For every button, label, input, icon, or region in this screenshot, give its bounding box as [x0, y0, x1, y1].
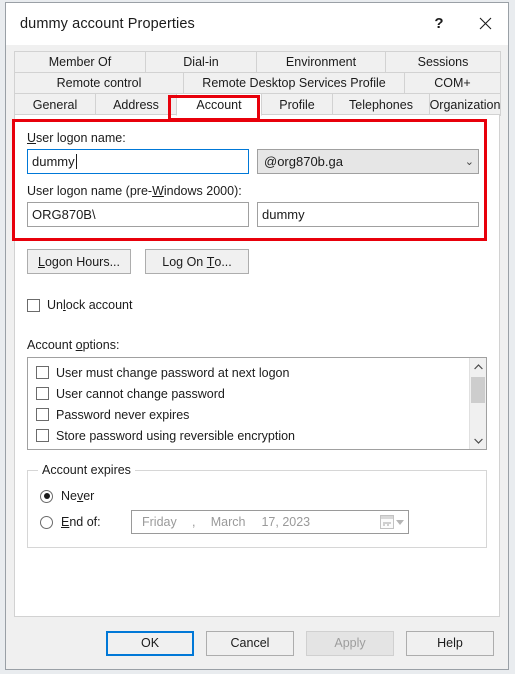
account-options-listbox[interactable]: User must change password at next logon …	[27, 357, 487, 450]
user-logon-name-value: dummy	[32, 154, 75, 169]
calendar-dropdown[interactable]	[380, 515, 404, 529]
account-expires-title: Account expires	[38, 463, 135, 477]
log-on-to-button-text-b: o...	[214, 254, 232, 269]
window-title: dummy account Properties	[20, 15, 195, 32]
ok-button[interactable]: OK	[106, 630, 194, 656]
tab-row-2: Remote control Remote Desktop Services P…	[14, 72, 501, 94]
domain-suffix-dropdown[interactable]: @org870b.ga ⌄	[257, 149, 479, 174]
tab-remote-desktop-services-profile[interactable]: Remote Desktop Services Profile	[183, 72, 405, 94]
apply-button: Apply	[306, 630, 394, 656]
tab-com-plus[interactable]: COM+	[404, 72, 501, 94]
end-of-label: End of:	[61, 515, 101, 529]
option-row[interactable]: Password never expires	[36, 404, 469, 425]
option-checkbox-cannot-change-password[interactable]	[36, 387, 49, 400]
scroll-down-icon[interactable]	[470, 432, 486, 449]
account-tab-panel: User logon name: dummy @org870b.ga ⌄ Use…	[12, 114, 500, 617]
tab-environment[interactable]: Environment	[256, 51, 386, 73]
end-of-row[interactable]: End of: Friday , March 17, 2023	[40, 510, 474, 534]
close-icon[interactable]	[462, 3, 508, 44]
never-radio[interactable]	[40, 489, 53, 503]
tab-profile[interactable]: Profile	[261, 93, 333, 116]
account-options-label-b: ptions:	[82, 338, 120, 352]
tab-member-of[interactable]: Member Of	[14, 51, 146, 73]
tab-row-3: General Address Account Profile Telephon…	[14, 93, 501, 116]
dialog-footer: OK Cancel Apply Help	[6, 617, 508, 669]
domain-suffix-value: @org870b.ga	[264, 154, 343, 169]
option-checkbox-must-change-password[interactable]	[36, 366, 49, 379]
tab-dial-in[interactable]: Dial-in	[145, 51, 257, 73]
pre2000-label-text-b: indows 2000):	[163, 184, 242, 198]
option-label: User cannot change password	[56, 386, 225, 401]
date-day-year: 17, 2023	[261, 515, 311, 529]
scroll-up-icon[interactable]	[470, 358, 486, 375]
help-icon[interactable]: ?	[416, 3, 462, 44]
end-of-radio[interactable]	[40, 515, 53, 529]
properties-dialog: dummy account Properties ? Member Of Dia…	[5, 2, 509, 670]
tab-account[interactable]: Account	[176, 93, 262, 116]
tab-general[interactable]: General	[14, 93, 96, 116]
screen: dummy account Properties ? Member Of Dia…	[0, 0, 515, 674]
date-month: March	[210, 515, 246, 529]
never-radio-row[interactable]: Never	[40, 485, 474, 507]
tab-organization[interactable]: Organization	[429, 93, 501, 116]
account-options-scrollbar[interactable]	[469, 358, 486, 449]
radio-dot	[43, 493, 50, 499]
account-options-label: Account options:	[27, 338, 120, 352]
option-label: User must change password at next logon	[56, 365, 290, 380]
title-bar-buttons: ?	[416, 3, 508, 44]
user-logon-name-row: dummy @org870b.ga ⌄	[27, 149, 487, 174]
title-bar: dummy account Properties ?	[6, 3, 508, 45]
scrollbar-thumb[interactable]	[471, 377, 485, 403]
unlock-account-row[interactable]: Unlock account	[27, 298, 487, 312]
user-logon-name-label: User logon name:	[27, 131, 126, 145]
pre2000-domain-input[interactable]: ORG870B\	[27, 202, 249, 227]
logon-hours-button[interactable]: Logon Hours...	[27, 249, 131, 274]
pre2000-label: User logon name (pre-Windows 2000):	[27, 184, 242, 198]
user-logon-name-input[interactable]: dummy	[27, 149, 249, 174]
chevron-down-icon	[396, 519, 404, 525]
unlock-account-checkbox[interactable]	[27, 298, 40, 312]
option-row[interactable]: Store password using reversible encrypti…	[36, 425, 469, 446]
option-checkbox-reversible-encryption[interactable]	[36, 429, 49, 442]
pre2000-username-input[interactable]: dummy	[257, 202, 479, 227]
text-caret	[75, 154, 77, 169]
log-on-to-button[interactable]: Log On To...	[145, 249, 249, 274]
option-label: Password never expires	[56, 407, 190, 422]
help-button[interactable]: Help	[406, 630, 494, 656]
logon-buttons-row: Logon Hours... Log On To...	[27, 249, 487, 274]
pre2000-row: ORG870B\ dummy	[27, 202, 487, 227]
option-row[interactable]: User must change password at next logon	[36, 362, 469, 383]
account-expires-group: Account expires Never End of: Friday , M…	[27, 463, 487, 548]
tab-remote-control[interactable]: Remote control	[14, 72, 184, 94]
account-options-label-a: Account	[27, 338, 76, 352]
account-options-items: User must change password at next logon …	[28, 358, 469, 449]
cancel-button[interactable]: Cancel	[206, 630, 294, 656]
tab-sessions[interactable]: Sessions	[385, 51, 501, 73]
pre2000-label-text-a: User logon name (pre-	[27, 184, 153, 198]
calendar-icon	[380, 515, 394, 529]
tab-strip: Member Of Dial-in Environment Sessions R…	[6, 45, 508, 116]
scrollbar-track[interactable]	[470, 375, 486, 432]
chevron-down-icon: ⌄	[464, 156, 474, 168]
log-on-to-button-text-a: Log On	[162, 254, 207, 269]
option-label: Store password using reversible encrypti…	[56, 428, 296, 443]
tab-telephones[interactable]: Telephones	[332, 93, 430, 116]
date-weekday: Friday	[142, 515, 177, 529]
date-comma: ,	[191, 515, 196, 529]
never-label: Never	[61, 489, 95, 503]
logon-hours-button-text: ogon Hours...	[44, 254, 120, 269]
tab-address[interactable]: Address	[95, 93, 177, 116]
user-logon-name-label-text: ser logon name:	[36, 131, 126, 145]
option-checkbox-password-never-expires[interactable]	[36, 408, 49, 421]
unlock-account-label: Unlock account	[47, 298, 133, 312]
option-row[interactable]: User cannot change password	[36, 383, 469, 404]
expiry-date-picker[interactable]: Friday , March 17, 2023	[131, 510, 409, 534]
tab-row-1: Member Of Dial-in Environment Sessions	[14, 51, 501, 73]
